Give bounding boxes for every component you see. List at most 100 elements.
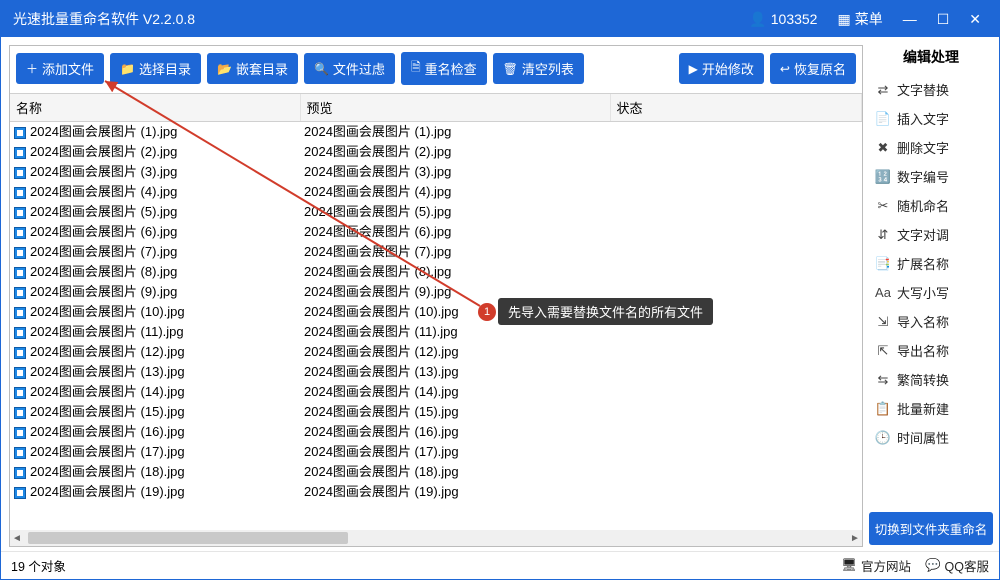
- sidebar-item-icon: ✂: [875, 198, 891, 214]
- cell-status: [610, 402, 862, 422]
- col-preview[interactable]: 预览: [300, 94, 610, 122]
- switch-folder-rename-button[interactable]: 切换到文件夹重命名: [869, 512, 993, 545]
- cell-name: 2024图画会展图片 (2).jpg: [10, 142, 300, 162]
- qq-support-link[interactable]: 💬 QQ客服: [925, 556, 989, 575]
- cell-name: 2024图画会展图片 (14).jpg: [10, 382, 300, 402]
- sidebar-item-label: 随机命名: [897, 196, 949, 215]
- sidebar: 编辑处理 ⇄文字替换📄插入文字 ✖ 删除文字 🔢数字编号 ✂ 随机命名 ⇵文字对调📑扩展名称…: [867, 37, 999, 551]
- cell-status: [610, 342, 862, 362]
- table-row[interactable]: 2024图画会展图片 (13).jpg2024图画会展图片 (13).jpg: [10, 362, 862, 382]
- cell-preview: 2024图画会展图片 (18).jpg: [300, 462, 610, 482]
- col-name[interactable]: 名称: [10, 94, 300, 122]
- start-modify-button[interactable]: ▶开始修改: [679, 53, 764, 84]
- cell-status: [610, 442, 862, 462]
- plus-icon: ＋: [26, 60, 38, 77]
- add-file-button[interactable]: ＋添加文件: [16, 53, 104, 84]
- select-dir-button[interactable]: 📁选择目录: [110, 53, 201, 84]
- rename-check-button[interactable]: 🗎重名检查: [401, 52, 487, 85]
- table-row[interactable]: 2024图画会展图片 (6).jpg2024图画会展图片 (6).jpg: [10, 222, 862, 242]
- nested-dir-button[interactable]: 📂嵌套目录: [207, 53, 298, 84]
- col-status[interactable]: 状态: [610, 94, 862, 122]
- cell-name: 2024图画会展图片 (18).jpg: [10, 462, 300, 482]
- maximize-button[interactable]: ☐: [927, 1, 960, 37]
- image-file-icon: [14, 467, 26, 479]
- trash-icon: 🗑: [503, 62, 518, 76]
- table-row[interactable]: 2024图画会展图片 (15).jpg2024图画会展图片 (15).jpg: [10, 402, 862, 422]
- scroll-thumb[interactable]: [28, 532, 348, 544]
- table-row[interactable]: 2024图画会展图片 (11).jpg2024图画会展图片 (11).jpg: [10, 322, 862, 342]
- clear-list-button[interactable]: 🗑清空列表: [493, 53, 584, 84]
- scroll-left-icon[interactable]: ◄: [10, 533, 24, 544]
- table-row[interactable]: 2024图画会展图片 (8).jpg2024图画会展图片 (8).jpg: [10, 262, 862, 282]
- sidebar-item-icon: ✖: [875, 140, 891, 156]
- table-row[interactable]: 2024图画会展图片 (3).jpg2024图画会展图片 (3).jpg: [10, 162, 862, 182]
- cell-preview: 2024图画会展图片 (1).jpg: [300, 122, 610, 143]
- table-row[interactable]: 2024图画会展图片 (5).jpg2024图画会展图片 (5).jpg: [10, 202, 862, 222]
- sidebar-item-label: 删除文字: [897, 138, 949, 157]
- cell-status: [610, 482, 862, 502]
- scroll-right-icon[interactable]: ►: [848, 533, 862, 544]
- sidebar-item-label: 插入文字: [897, 109, 949, 128]
- nested-icon: 📂: [217, 62, 232, 76]
- sidebar-item-icon: 📋: [875, 401, 891, 417]
- filter-icon: 🔍: [314, 62, 329, 76]
- image-file-icon: [14, 427, 26, 439]
- file-filter-button[interactable]: 🔍文件过虑: [304, 53, 395, 84]
- sidebar-item[interactable]: ⇱导出名称: [869, 336, 993, 365]
- file-table-wrap[interactable]: 名称 预览 状态 2024图画会展图片 (1).jpg2024图画会展图片 (1…: [10, 93, 862, 530]
- cell-preview: 2024图画会展图片 (14).jpg: [300, 382, 610, 402]
- sidebar-item[interactable]: 🕒时间属性: [869, 423, 993, 452]
- sidebar-title: 编辑处理: [869, 45, 993, 73]
- sidebar-item[interactable]: 📑扩展名称: [869, 249, 993, 278]
- sidebar-item[interactable]: ⇄文字替换: [869, 75, 993, 104]
- menu-button[interactable]: ▦ 菜单: [827, 1, 892, 37]
- restore-name-button[interactable]: ↩恢复原名: [770, 53, 856, 84]
- table-row[interactable]: 2024图画会展图片 (9).jpg2024图画会展图片 (9).jpg: [10, 282, 862, 302]
- sidebar-item[interactable]: ⇵文字对调: [869, 220, 993, 249]
- image-file-icon: [14, 147, 26, 159]
- cell-preview: 2024图画会展图片 (5).jpg: [300, 202, 610, 222]
- table-row[interactable]: 2024图画会展图片 (17).jpg2024图画会展图片 (17).jpg: [10, 442, 862, 462]
- cell-preview: 2024图画会展图片 (11).jpg: [300, 322, 610, 342]
- minimize-button[interactable]: —: [893, 1, 927, 37]
- cell-preview: 2024图画会展图片 (10).jpg: [300, 302, 610, 322]
- cell-preview: 2024图画会展图片 (3).jpg: [300, 162, 610, 182]
- cell-name: 2024图画会展图片 (15).jpg: [10, 402, 300, 422]
- table-row[interactable]: 2024图画会展图片 (18).jpg2024图画会展图片 (18).jpg: [10, 462, 862, 482]
- user-id-button[interactable]: 👤 103352: [739, 1, 827, 37]
- sidebar-item[interactable]: ✂ 随机命名: [869, 191, 993, 220]
- sidebar-item[interactable]: ✖ 删除文字: [869, 133, 993, 162]
- table-row[interactable]: 2024图画会展图片 (10).jpg2024图画会展图片 (10).jpg: [10, 302, 862, 322]
- sidebar-item[interactable]: 📋 批量新建: [869, 394, 993, 423]
- table-row[interactable]: 2024图画会展图片 (4).jpg2024图画会展图片 (4).jpg: [10, 182, 862, 202]
- h-scrollbar[interactable]: ◄ ►: [10, 530, 862, 546]
- cell-name: 2024图画会展图片 (8).jpg: [10, 262, 300, 282]
- table-row[interactable]: 2024图画会展图片 (19).jpg2024图画会展图片 (19).jpg: [10, 482, 862, 502]
- sidebar-item-label: 文字替换: [897, 80, 949, 99]
- image-file-icon: [14, 307, 26, 319]
- cell-status: [610, 242, 862, 262]
- cell-preview: 2024图画会展图片 (8).jpg: [300, 262, 610, 282]
- main-panel: ＋添加文件 📁选择目录 📂嵌套目录 🔍文件过虑 🗎重名检查 🗑清空列表 ▶开始修…: [9, 45, 863, 547]
- table-row[interactable]: 2024图画会展图片 (7).jpg2024图画会展图片 (7).jpg: [10, 242, 862, 262]
- cell-status: [610, 322, 862, 342]
- sidebar-item-label: 导入名称: [897, 312, 949, 331]
- sidebar-item[interactable]: Aa大写小写: [869, 278, 993, 307]
- image-file-icon: [14, 247, 26, 259]
- close-button[interactable]: ✕: [959, 1, 991, 37]
- sidebar-item-label: 批量新建: [897, 399, 949, 418]
- sidebar-item[interactable]: ⇆繁简转换: [869, 365, 993, 394]
- sidebar-item[interactable]: 📄插入文字: [869, 104, 993, 133]
- sidebar-item-icon: 📑: [875, 256, 891, 272]
- table-row[interactable]: 2024图画会展图片 (2).jpg2024图画会展图片 (2).jpg: [10, 142, 862, 162]
- table-row[interactable]: 2024图画会展图片 (12).jpg2024图画会展图片 (12).jpg: [10, 342, 862, 362]
- table-row[interactable]: 2024图画会展图片 (16).jpg2024图画会展图片 (16).jpg: [10, 422, 862, 442]
- image-file-icon: [14, 447, 26, 459]
- cell-status: [610, 362, 862, 382]
- sidebar-item[interactable]: 🔢数字编号: [869, 162, 993, 191]
- table-row[interactable]: 2024图画会展图片 (14).jpg2024图画会展图片 (14).jpg: [10, 382, 862, 402]
- image-file-icon: [14, 227, 26, 239]
- sidebar-item[interactable]: ⇲导入名称: [869, 307, 993, 336]
- official-site-link[interactable]: 🖥 官方网站: [841, 556, 911, 575]
- table-row[interactable]: 2024图画会展图片 (1).jpg2024图画会展图片 (1).jpg: [10, 122, 862, 143]
